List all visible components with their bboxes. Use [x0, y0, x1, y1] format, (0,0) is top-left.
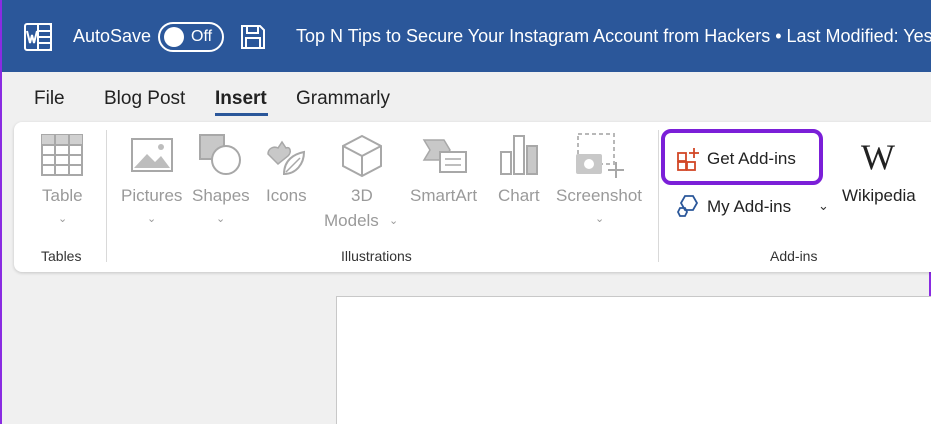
chevron-down-icon: ⌄ [389, 215, 399, 227]
my-addins-label: My Add-ins [707, 197, 792, 216]
pictures-icon [131, 138, 173, 172]
wikipedia-icon: W [861, 137, 895, 177]
ribbon-tabs: File Blog Post Insert Grammarly [2, 72, 931, 122]
chart-icon [500, 135, 538, 175]
my-addins-icon [677, 195, 699, 217]
group-label-illustrations: Illustrations [341, 248, 412, 264]
3d-label-line1: 3D [351, 186, 373, 205]
chevron-down-icon: ⌄ [147, 213, 157, 225]
get-addins-label: Get Add-ins [707, 149, 796, 168]
chevron-down-icon: ⌄ [216, 213, 226, 225]
shapes-icon [199, 134, 241, 175]
smartart-label: SmartArt [410, 186, 478, 205]
wikipedia-label: Wikipedia [842, 186, 916, 205]
group-label-tables: Tables [41, 248, 82, 264]
document-title: Top N Tips to Secure Your Instagram Acco… [296, 26, 931, 46]
tab-grammarly[interactable]: Grammarly [296, 88, 390, 110]
chevron-down-icon[interactable]: ⌄ [818, 198, 829, 214]
ribbon-panel: Table ⌄ Tables Pictures ⌄ Shapes ⌄ Icons [14, 122, 931, 272]
active-tab-indicator [215, 113, 268, 116]
group-label-addins: Add-ins [770, 248, 818, 264]
icons-label: Icons [266, 186, 307, 205]
chevron-down-icon: ⌄ [58, 213, 68, 225]
table-label: Table [42, 186, 83, 205]
tab-blog-post[interactable]: Blog Post [104, 88, 185, 110]
shapes-label: Shapes [192, 186, 250, 205]
save-icon[interactable] [240, 24, 266, 50]
group-separator [106, 130, 107, 262]
3d-cube-icon [342, 134, 382, 178]
tab-file[interactable]: File [34, 88, 65, 110]
tab-insert[interactable]: Insert [215, 88, 267, 110]
toggle-knob [164, 27, 184, 47]
toggle-state-label: Off [191, 28, 213, 45]
chevron-down-icon: ⌄ [595, 213, 605, 225]
screenshot-icon [576, 133, 624, 178]
group-separator [658, 130, 659, 262]
table-icon [41, 134, 83, 176]
smartart-icon [422, 139, 467, 173]
icons-icon [267, 140, 306, 176]
pictures-label: Pictures [121, 186, 183, 205]
chart-label: Chart [498, 186, 540, 205]
get-addins-icon [677, 148, 699, 171]
autosave-toggle[interactable]: Off [158, 22, 224, 52]
screenshot-label: Screenshot [556, 186, 642, 205]
3d-label-line2: Models [324, 211, 379, 230]
autosave-label: AutoSave [73, 26, 152, 46]
title-bar: AutoSave Off Top N Tips to Secure Your I… [2, 0, 931, 72]
document-page[interactable] [336, 296, 931, 424]
word-app-icon[interactable] [24, 23, 52, 51]
